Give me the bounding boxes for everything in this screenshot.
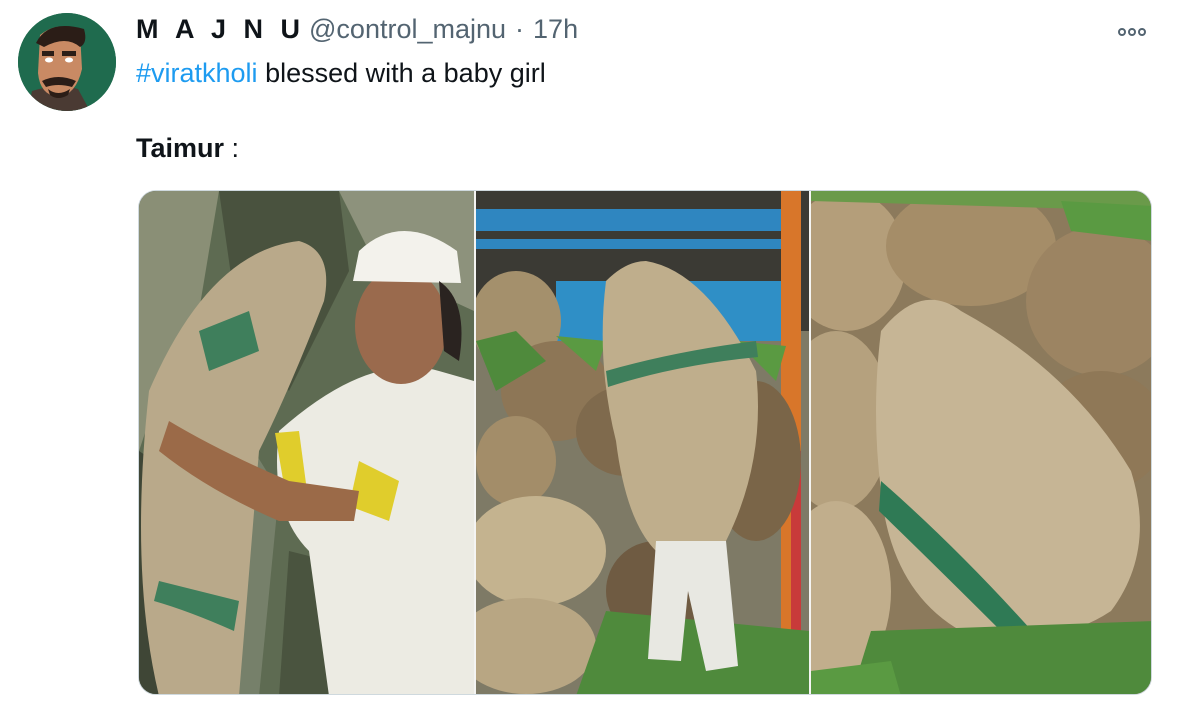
tweet-media-image[interactable] <box>138 190 1152 695</box>
caption-bold: Taimur <box>136 133 225 163</box>
media-panel-1 <box>139 191 474 694</box>
cartoon-man-avatar-icon <box>18 13 116 111</box>
tweet-header: M A J N U @control_majnu · 17h <box>136 14 578 50</box>
separator-dot: · <box>515 14 525 44</box>
media-panel-2 <box>476 191 809 694</box>
tweet-text-body: blessed with a baby girl <box>257 58 546 88</box>
hashtag-link[interactable]: #viratkholi <box>136 58 258 88</box>
media-panel-3 <box>811 191 1151 694</box>
timestamp[interactable]: 17h <box>533 14 578 45</box>
caption-colon: : <box>224 133 240 163</box>
more-options-icon[interactable] <box>1118 22 1154 42</box>
tweet-caption: Taimur : <box>136 133 239 164</box>
tweet-text: #viratkholi blessed with a baby girl <box>136 58 546 89</box>
display-name[interactable]: M A J N U <box>136 14 305 45</box>
user-handle[interactable]: @control_majnu <box>309 14 506 45</box>
avatar[interactable] <box>18 13 116 111</box>
